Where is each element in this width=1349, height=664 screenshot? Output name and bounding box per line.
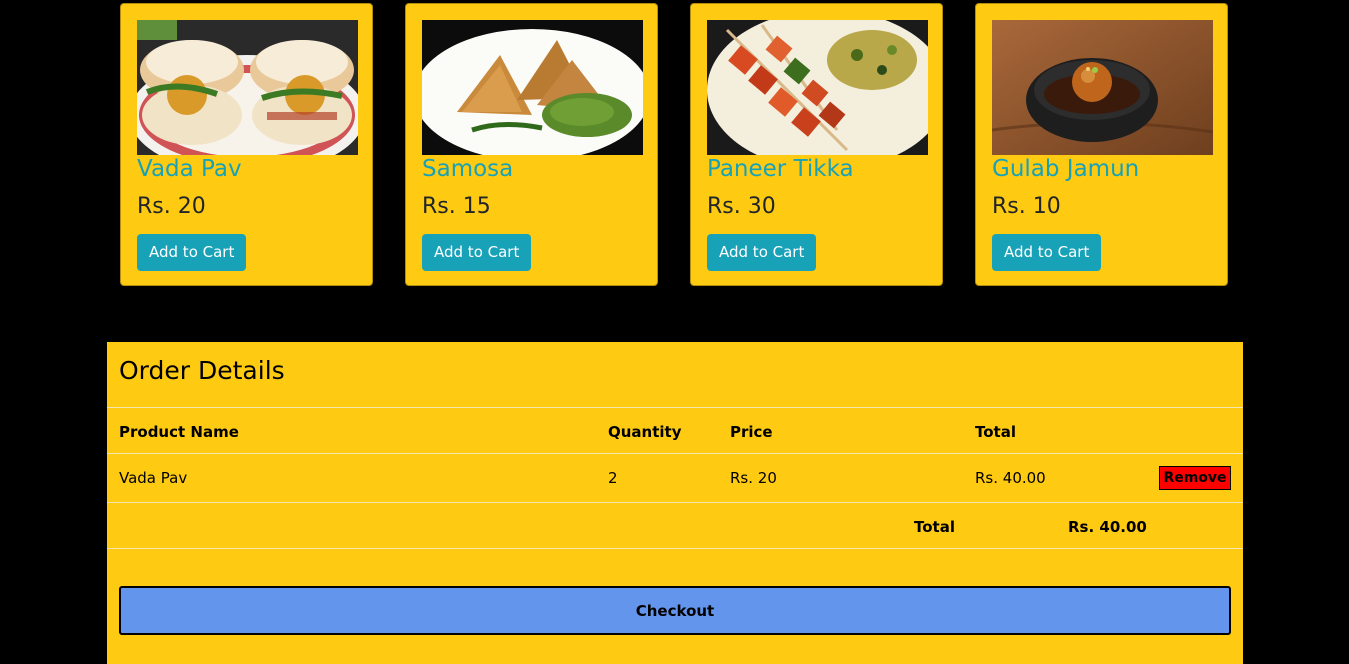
row-total: Rs. 40.00 <box>975 469 1046 487</box>
samosa-photo <box>422 20 643 155</box>
row-product-name: Vada Pav <box>119 469 188 487</box>
add-to-cart-button[interactable]: Add to Cart <box>707 234 817 271</box>
column-header-total: Total <box>975 423 1016 441</box>
grand-total-value: Rs. 40.00 <box>1068 518 1147 536</box>
grand-total-label: Total <box>914 518 955 536</box>
product-name: Samosa <box>422 156 514 182</box>
order-details-panel: Order Details Product Name Quantity Pric… <box>107 342 1243 664</box>
add-to-cart-button[interactable]: Add to Cart <box>422 234 532 271</box>
add-to-cart-button[interactable]: Add to Cart <box>137 234 247 271</box>
divider <box>107 548 1243 549</box>
product-card-samosa: Samosa Rs. 15 Add to Cart <box>405 3 658 286</box>
product-price: Rs. 15 <box>422 194 491 219</box>
checkout-button[interactable]: Checkout <box>119 586 1231 635</box>
add-to-cart-button[interactable]: Add to Cart <box>992 234 1102 271</box>
paneer-tikka-photo <box>707 20 928 155</box>
product-name: Vada Pav <box>137 156 242 182</box>
product-grid: Vada Pav Rs. 20 Add to Cart Samosa Rs. 1… <box>0 3 1349 289</box>
column-header-price: Price <box>730 423 773 441</box>
column-header-quantity: Quantity <box>608 423 682 441</box>
row-price: Rs. 20 <box>730 469 777 487</box>
gulab-jamun-photo <box>992 20 1213 155</box>
product-price: Rs. 30 <box>707 194 776 219</box>
remove-button[interactable]: Remove <box>1159 466 1231 490</box>
divider <box>107 453 1243 454</box>
vada-pav-photo <box>137 20 358 155</box>
product-card-paneer-tikka: Paneer Tikka Rs. 30 Add to Cart <box>690 3 943 286</box>
product-price: Rs. 10 <box>992 194 1061 219</box>
column-header-product-name: Product Name <box>119 423 239 441</box>
product-name: Gulab Jamun <box>992 156 1140 182</box>
product-name: Paneer Tikka <box>707 156 854 182</box>
row-quantity: 2 <box>608 469 618 487</box>
divider <box>107 502 1243 503</box>
product-card-gulab-jamun: Gulab Jamun Rs. 10 Add to Cart <box>975 3 1228 286</box>
product-card-vada-pav: Vada Pav Rs. 20 Add to Cart <box>120 3 373 286</box>
order-details-title: Order Details <box>119 356 285 385</box>
product-price: Rs. 20 <box>137 194 206 219</box>
divider <box>107 407 1243 408</box>
